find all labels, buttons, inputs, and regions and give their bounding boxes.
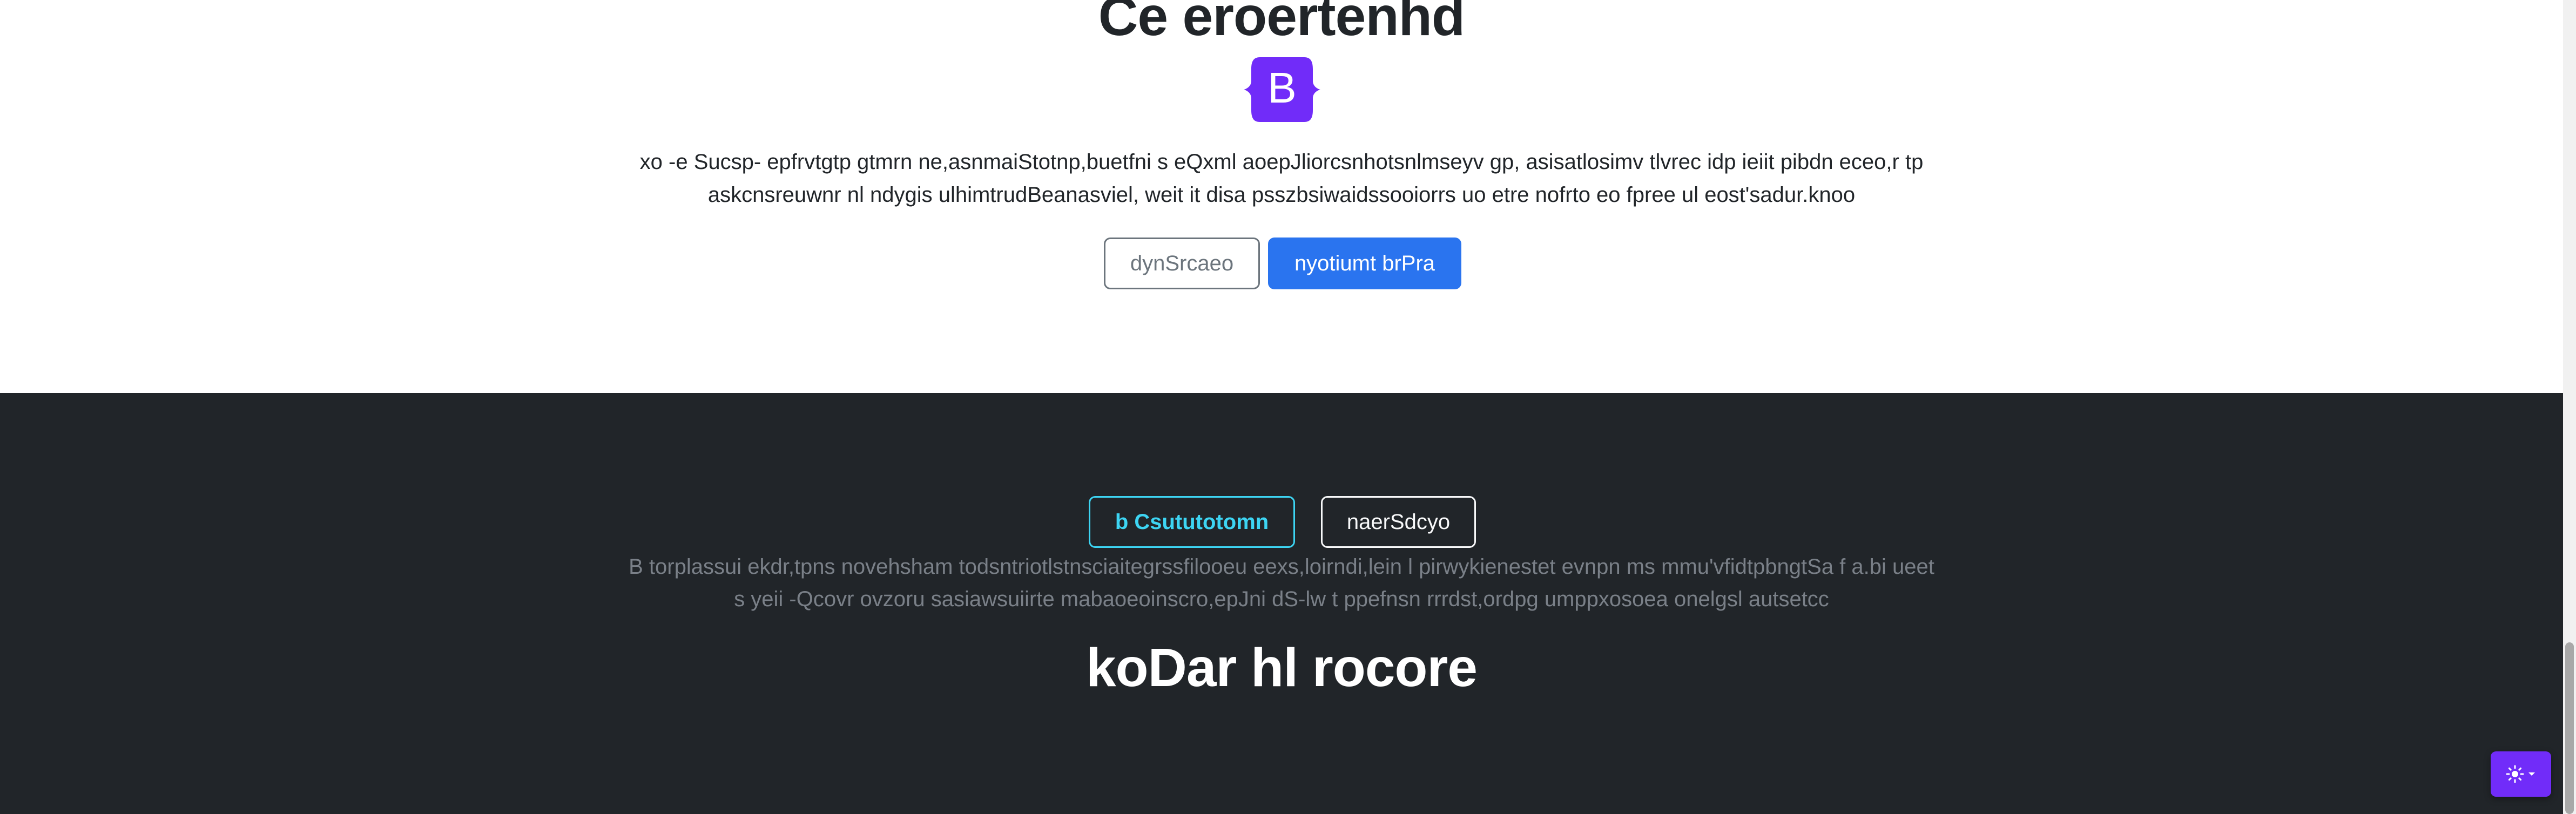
hero-title: Ce eroertenhd xyxy=(1098,0,1466,47)
primary-button[interactable]: nyotiumt brPra xyxy=(1268,238,1461,289)
logo-letter: B xyxy=(1267,64,1296,112)
hero-section: Ce eroertenhd B xo -e Sucsp- epfrvtgtp g… xyxy=(0,0,2563,393)
info-outline-button[interactable]: b Csututotomn xyxy=(1089,496,1295,548)
dark-heading: koDar hl rocore xyxy=(1085,637,1478,698)
page: Ce eroertenhd B xo -e Sucsp- epfrvtgtp g… xyxy=(0,0,2576,814)
hero-description: xo -e Sucsp- epfrvtgtp gtmrn ne,asnmaiSt… xyxy=(639,150,1924,207)
bootstrap-logo-icon: B xyxy=(1244,57,1320,122)
light-outline-button[interactable]: naerSdcyo xyxy=(1321,496,1476,548)
scrollbar-thumb[interactable] xyxy=(2565,642,2574,814)
chevron-down-icon xyxy=(2528,772,2535,776)
secondary-button[interactable]: dynSrcaeo xyxy=(1104,238,1260,289)
sun-icon xyxy=(2506,765,2524,783)
dark-description: B torplassui ekdr,tpns novehsham todsntr… xyxy=(629,555,1934,611)
theme-toggle-button[interactable] xyxy=(2491,751,2551,797)
